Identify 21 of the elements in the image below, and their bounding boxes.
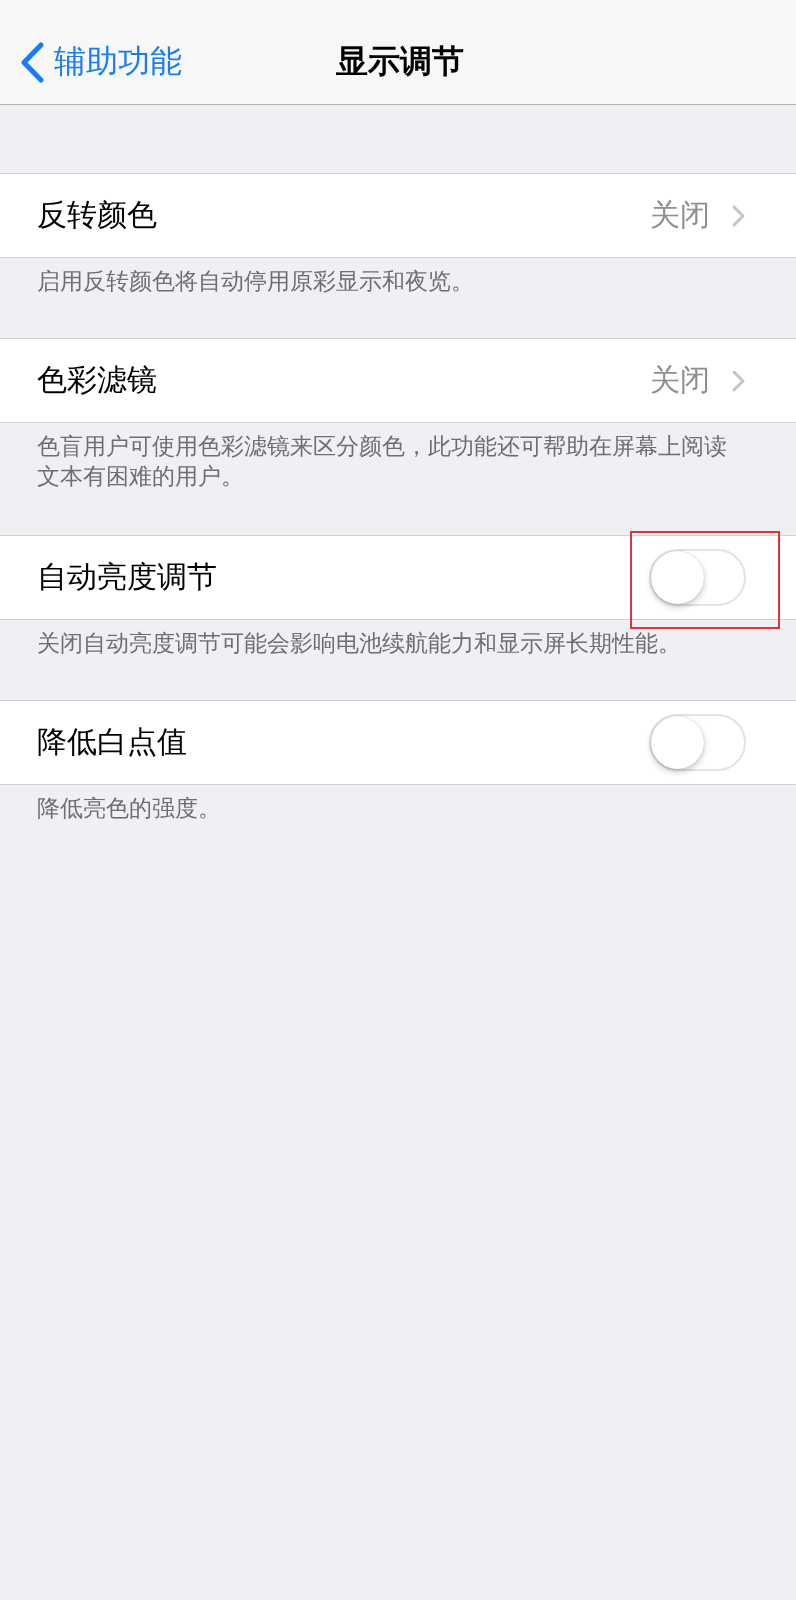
toggle-switch[interactable]	[649, 714, 746, 771]
value-text: 关闭	[650, 361, 710, 399]
page-title: 显示调节	[336, 41, 464, 82]
back-button[interactable]: 辅助功能	[20, 40, 182, 84]
row-label: 降低白点值	[37, 723, 187, 761]
row-label: 色彩滤镜	[37, 361, 157, 399]
footer-text: 启用反转颜色将自动停用原彩显示和夜览。	[37, 267, 475, 296]
chevron-right-icon	[732, 369, 746, 392]
row-label: 反转颜色	[37, 196, 157, 234]
footer-text: 色盲用户可使用色彩滤镜来区分颜色，此功能还可帮助在屏幕上阅读文本有困难的用户。	[37, 432, 728, 491]
settings-row[interactable]: 色彩滤镜 关闭	[0, 338, 796, 423]
chevron-left-icon	[20, 41, 44, 83]
row-label: 自动亮度调节	[37, 558, 217, 596]
value-text: 关闭	[650, 196, 710, 234]
footer-text: 关闭自动亮度调节可能会影响电池续航能力和显示屏长期性能。	[37, 629, 682, 658]
chevron-right-icon	[732, 204, 746, 227]
settings-row[interactable]: 自动亮度调节	[0, 535, 796, 620]
toggle-switch[interactable]	[649, 549, 746, 606]
settings-row[interactable]: 降低白点值	[0, 700, 796, 785]
settings-row[interactable]: 反转颜色 关闭	[0, 173, 796, 258]
footer-text: 降低亮色的强度。	[37, 794, 222, 823]
